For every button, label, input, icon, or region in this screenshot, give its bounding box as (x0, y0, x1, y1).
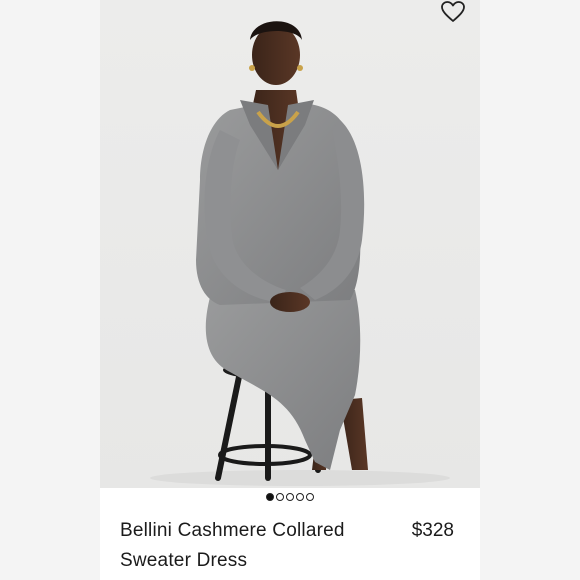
product-card[interactable]: Bellini Cashmere Collared Sweater Dress … (100, 0, 480, 580)
carousel-dot[interactable] (286, 493, 294, 501)
carousel-dot[interactable] (306, 493, 314, 501)
carousel-dot[interactable] (296, 493, 304, 501)
favorite-button[interactable] (440, 0, 466, 24)
model-illustration (150, 21, 450, 486)
product-name[interactable]: Bellini Cashmere Collared Sweater Dress (120, 516, 370, 576)
heart-outline-icon (441, 1, 465, 22)
product-image[interactable] (100, 0, 480, 488)
product-info: Bellini Cashmere Collared Sweater Dress … (120, 516, 454, 576)
carousel-dot[interactable] (266, 493, 274, 501)
carousel-dot[interactable] (276, 493, 284, 501)
product-price: $328 (411, 520, 454, 541)
carousel-indicator (100, 493, 480, 501)
page: Bellini Cashmere Collared Sweater Dress … (0, 0, 580, 580)
